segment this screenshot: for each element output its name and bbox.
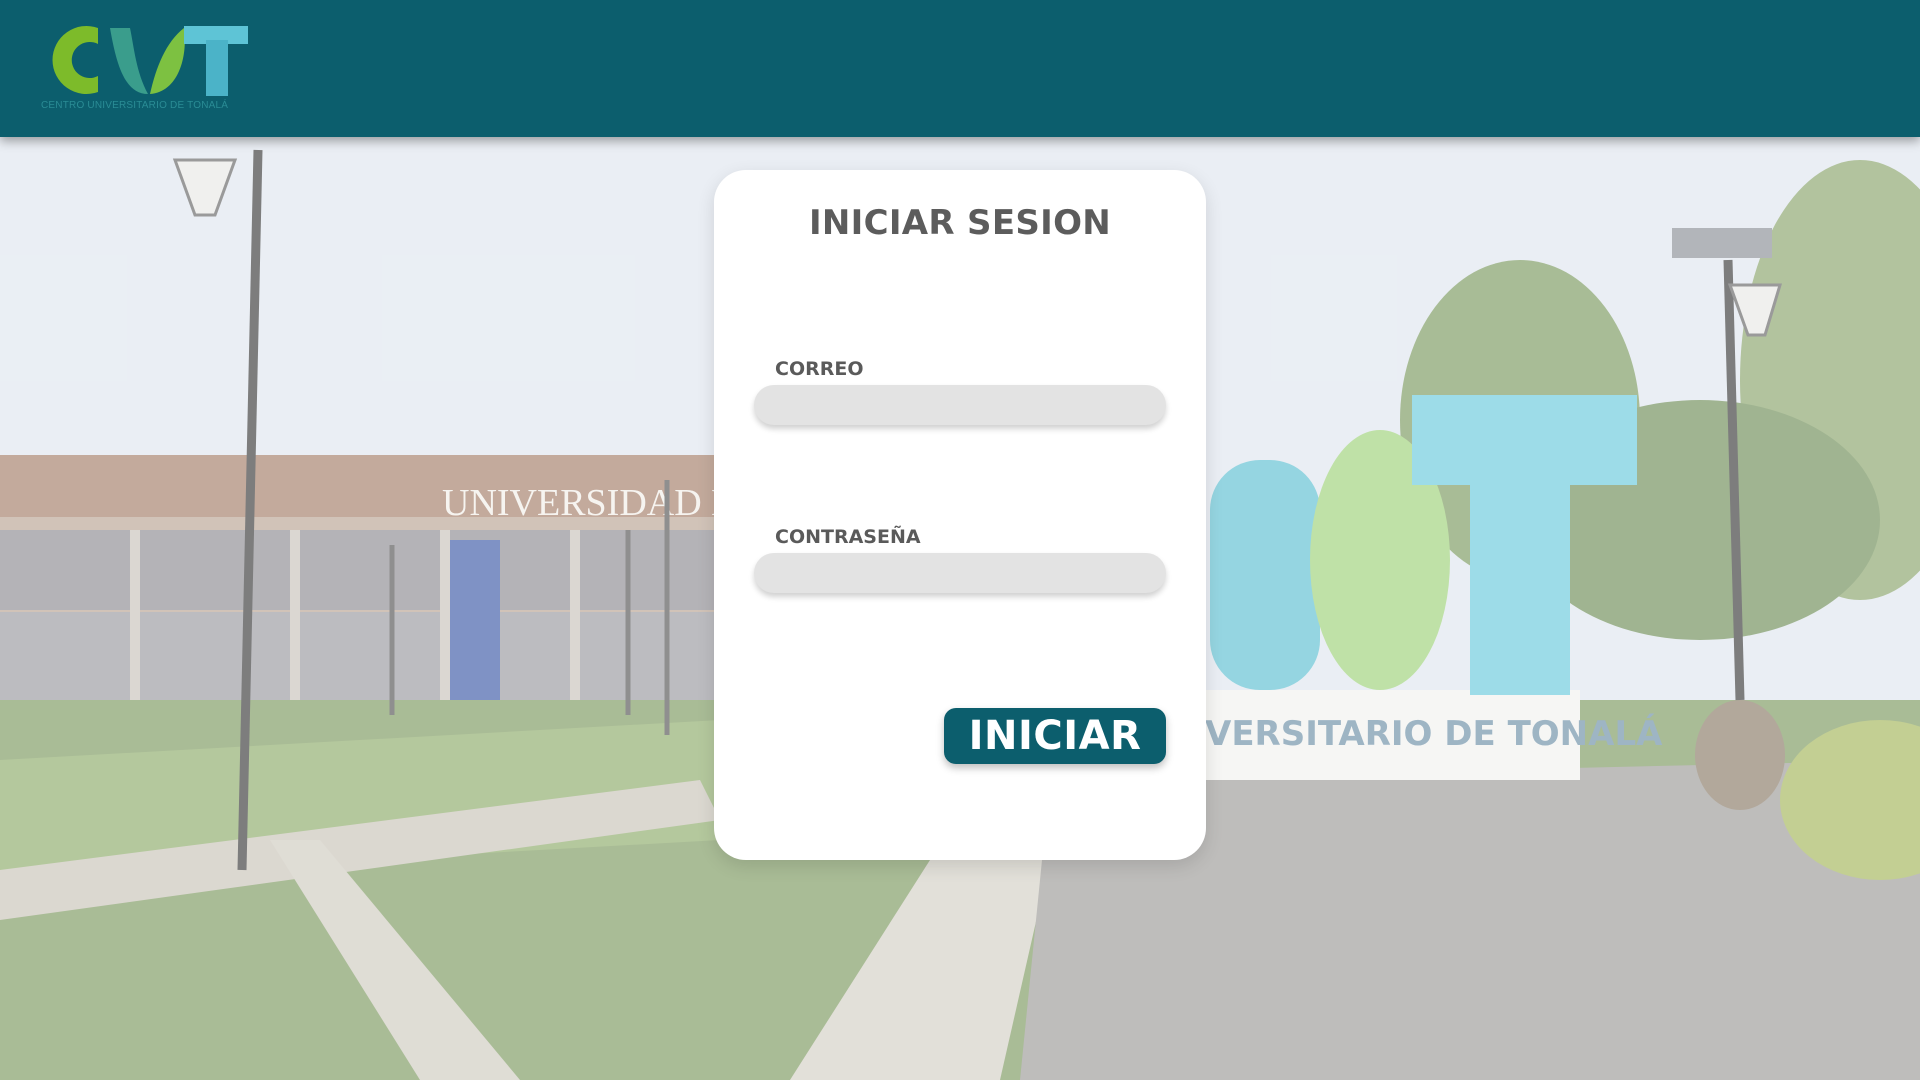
login-card: INICIAR SESION CORREO CONTRASEÑA INICIAR [714,170,1206,860]
login-submit-button[interactable]: INICIAR [944,708,1166,764]
email-label: CORREO [775,358,864,380]
password-label: CONTRASEÑA [775,526,921,548]
top-header: CENTRO UNIVERSITARIO DE TONALÁ [0,0,1920,137]
cut-logo-mark [52,26,248,96]
login-page: UNIVERSIDAD D VERSITARIO DE TONALÁ CENTR… [0,0,1920,1080]
email-field[interactable] [754,385,1166,425]
logo-caption: CENTRO UNIVERSITARIO DE TONALÁ [41,100,229,111]
cut-logo[interactable]: CENTRO UNIVERSITARIO DE TONALÁ [38,22,253,114]
password-field[interactable] [754,553,1166,593]
login-title: INICIAR SESION [808,203,1112,243]
